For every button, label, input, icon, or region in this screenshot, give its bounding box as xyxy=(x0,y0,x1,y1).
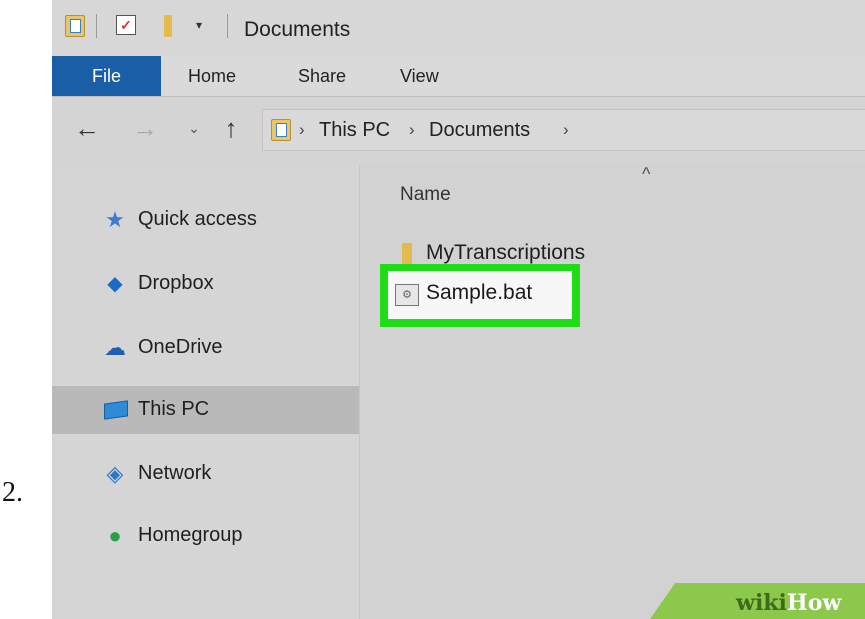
sidebar-item-network[interactable]: ◈ Network xyxy=(52,450,359,498)
network-icon: ◈ xyxy=(106,461,124,486)
sidebar-item-homegroup[interactable]: ● Homegroup xyxy=(52,512,359,560)
sidebar-item-this-pc[interactable]: This PC xyxy=(52,386,359,434)
sidebar-item-label: Homegroup xyxy=(138,524,243,546)
address-bar[interactable]: › This PC › Documents › xyxy=(262,109,865,151)
cloud-icon: ☁ xyxy=(104,335,126,360)
file-name: MyTranscriptions xyxy=(426,241,586,264)
documents-icon[interactable] xyxy=(65,15,85,37)
sidebar-item-onedrive[interactable]: ☁ OneDrive xyxy=(52,324,359,372)
navigation-bar: ← → ⌄ ↑ › This PC › Documents › xyxy=(52,97,865,164)
column-header-name[interactable]: Name xyxy=(400,184,451,206)
sidebar-item-label: Quick access xyxy=(138,208,257,230)
toolbar-separator xyxy=(227,14,228,38)
sidebar-item-label: OneDrive xyxy=(138,336,223,358)
breadcrumb-chevron-icon[interactable]: › xyxy=(409,120,415,140)
star-icon: ★ xyxy=(105,207,125,232)
title-bar: ✓ ▾ Documents xyxy=(52,0,865,56)
breadcrumb-documents[interactable]: Documents xyxy=(429,119,530,142)
sidebar-item-label: Dropbox xyxy=(138,272,214,294)
sidebar-item-label: This PC xyxy=(138,398,210,420)
breadcrumb-chevron-icon[interactable]: › xyxy=(299,120,305,140)
step-number: 2. xyxy=(2,477,23,508)
breadcrumb-chevron-icon[interactable]: › xyxy=(563,120,569,140)
forward-arrow-icon[interactable]: → xyxy=(130,113,160,143)
customize-dropdown-icon[interactable]: ▾ xyxy=(193,15,205,35)
list-item-sample-bat[interactable]: ⚙ Sample.bat xyxy=(388,271,572,319)
up-arrow-icon[interactable]: ↑ xyxy=(218,113,244,143)
tab-share[interactable]: Share xyxy=(298,56,346,97)
batch-file-icon: ⚙ xyxy=(395,284,419,306)
recent-locations-chevron-icon[interactable]: ⌄ xyxy=(184,113,204,143)
tab-home[interactable]: Home xyxy=(188,56,236,97)
back-arrow-icon[interactable]: ← xyxy=(72,113,102,143)
sort-ascending-icon: ^ xyxy=(642,164,651,184)
computer-icon xyxy=(104,400,128,420)
documents-location-icon xyxy=(271,119,291,141)
file-name: Sample.bat xyxy=(426,281,533,304)
toolbar-separator xyxy=(96,14,97,38)
navigation-pane: ★ Quick access ◆ Dropbox ☁ OneDrive This… xyxy=(52,164,359,619)
file-explorer-window: ✓ ▾ Documents File Home Share View ← → ⌄… xyxy=(52,0,865,619)
new-folder-icon[interactable] xyxy=(164,15,172,37)
breadcrumb-this-pc[interactable]: This PC xyxy=(319,119,390,142)
properties-check-icon[interactable]: ✓ xyxy=(116,15,136,35)
tab-view[interactable]: View xyxy=(400,56,439,97)
sidebar-item-quick-access[interactable]: ★ Quick access xyxy=(52,196,359,244)
ribbon-tabs: File Home Share View xyxy=(52,56,865,97)
file-list-pane: ^ Name MyTranscriptions ⚙ Sample.bat xyxy=(360,164,865,619)
sidebar-item-label: Network xyxy=(138,462,212,484)
sidebar-item-dropbox[interactable]: ◆ Dropbox xyxy=(52,260,359,308)
homegroup-icon: ● xyxy=(108,523,122,548)
folder-icon xyxy=(402,243,412,265)
dropbox-icon: ◆ xyxy=(107,273,123,295)
window-title: Documents xyxy=(244,18,351,41)
tab-file[interactable]: File xyxy=(52,56,161,97)
wikihow-watermark: wikiHow xyxy=(736,590,842,616)
